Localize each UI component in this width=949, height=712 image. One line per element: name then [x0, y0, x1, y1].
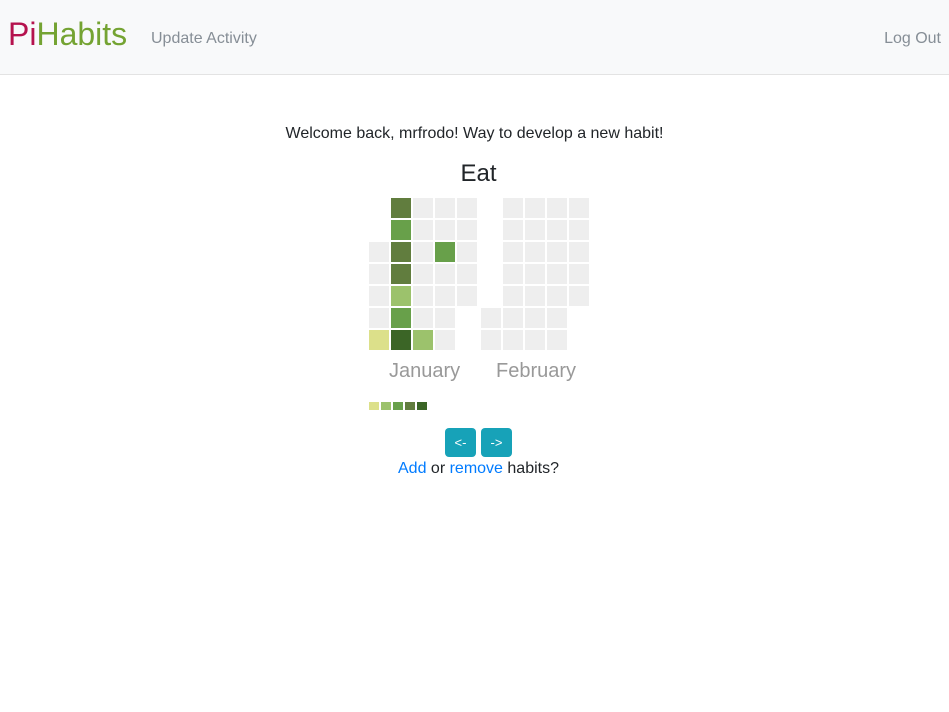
day-cell[interactable]	[525, 220, 545, 240]
day-cell[interactable]	[391, 308, 411, 328]
day-cell[interactable]	[413, 286, 433, 306]
day-cell[interactable]	[413, 242, 433, 262]
day-cell[interactable]	[569, 220, 589, 240]
day-cell[interactable]	[391, 286, 411, 306]
day-cell[interactable]	[457, 286, 477, 306]
day-cell[interactable]	[369, 264, 389, 284]
day-cell[interactable]	[547, 264, 567, 284]
day-cell[interactable]	[503, 198, 523, 218]
month-label-january: January	[389, 360, 461, 382]
day-cell[interactable]	[413, 220, 433, 240]
day-cell[interactable]	[413, 330, 433, 350]
day-cell[interactable]	[391, 198, 411, 218]
habit-heatmap	[369, 198, 589, 350]
day-cell[interactable]	[547, 242, 567, 262]
day-cell[interactable]	[525, 264, 545, 284]
legend-swatch	[405, 402, 415, 410]
day-cell[interactable]	[457, 264, 477, 284]
day-cell[interactable]	[547, 308, 567, 328]
day-cell[interactable]	[569, 264, 589, 284]
day-cell[interactable]	[547, 286, 567, 306]
day-cell[interactable]	[435, 198, 455, 218]
remove-habit-link[interactable]: remove	[450, 460, 503, 477]
day-cell[interactable]	[435, 264, 455, 284]
intensity-legend	[369, 402, 427, 410]
day-cell[interactable]	[435, 242, 455, 262]
day-cell[interactable]	[413, 198, 433, 218]
legend-swatch	[393, 402, 403, 410]
day-cell[interactable]	[481, 308, 501, 328]
day-cell[interactable]	[391, 330, 411, 350]
day-cell[interactable]	[547, 220, 567, 240]
day-cell[interactable]	[435, 308, 455, 328]
day-cell[interactable]	[503, 220, 523, 240]
next-month-button[interactable]: ->	[481, 428, 512, 457]
day-cell[interactable]	[369, 308, 389, 328]
day-cell[interactable]	[435, 220, 455, 240]
day-cell[interactable]	[391, 242, 411, 262]
day-cell[interactable]	[481, 330, 501, 350]
day-cell[interactable]	[413, 264, 433, 284]
legend-swatch	[381, 402, 391, 410]
day-cell[interactable]	[503, 308, 523, 328]
day-cell[interactable]	[369, 286, 389, 306]
day-cell[interactable]	[547, 330, 567, 350]
legend-swatch	[369, 402, 379, 410]
day-cell[interactable]	[547, 198, 567, 218]
or-text: or	[426, 460, 450, 477]
day-cell[interactable]	[525, 198, 545, 218]
day-cell[interactable]	[391, 264, 411, 284]
day-cell[interactable]	[413, 308, 433, 328]
day-cell[interactable]	[569, 242, 589, 262]
day-cell[interactable]	[503, 242, 523, 262]
day-cell[interactable]	[569, 286, 589, 306]
day-cell[interactable]	[525, 286, 545, 306]
day-cell[interactable]	[503, 264, 523, 284]
habits-question-text: habits?	[502, 460, 559, 477]
legend-swatch	[417, 402, 427, 410]
day-cell[interactable]	[435, 330, 455, 350]
month-label-february: February	[496, 360, 577, 382]
add-habit-link[interactable]: Add	[398, 460, 426, 477]
day-cell[interactable]	[391, 220, 411, 240]
day-cell[interactable]	[569, 198, 589, 218]
day-cell[interactable]	[457, 220, 477, 240]
day-cell[interactable]	[525, 242, 545, 262]
day-cell[interactable]	[525, 308, 545, 328]
day-cell[interactable]	[457, 242, 477, 262]
day-cell[interactable]	[457, 198, 477, 218]
day-cell[interactable]	[503, 286, 523, 306]
day-cell[interactable]	[369, 242, 389, 262]
day-cell[interactable]	[435, 286, 455, 306]
previous-month-button[interactable]: <-	[445, 428, 476, 457]
day-cell[interactable]	[503, 330, 523, 350]
day-cell[interactable]	[369, 330, 389, 350]
manage-habits-line: Add or remove habits?	[0, 459, 949, 479]
day-cell[interactable]	[525, 330, 545, 350]
